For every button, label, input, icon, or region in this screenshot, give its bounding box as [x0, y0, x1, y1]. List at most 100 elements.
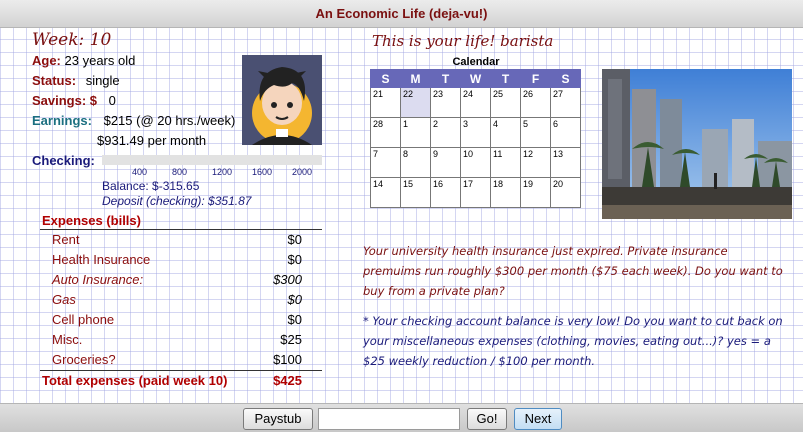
expense-row-gas: Gas $0	[40, 290, 322, 310]
status-label: Status:	[32, 73, 77, 88]
expense-name: Gas	[52, 292, 76, 307]
expense-name: Groceries?	[52, 352, 116, 367]
checking-tick: 1200	[212, 167, 233, 177]
calendar-day-cell: 2	[430, 117, 461, 148]
expense-value: $100	[273, 352, 302, 367]
expense-name: Health Insurance	[52, 252, 151, 267]
expense-name: Auto Insurance:	[52, 272, 144, 287]
checking-tick: 800	[172, 167, 188, 177]
age-value: 23 years old	[64, 53, 136, 68]
calendar-day-cell: 18	[490, 177, 521, 208]
life-heading: This is your life! barista	[372, 32, 554, 50]
earnings-month: $931.49 per month	[97, 133, 207, 148]
calendar-day-cell: 11	[490, 147, 521, 178]
calendar-day-cell: 19	[520, 177, 551, 208]
calendar-day-header: T	[490, 69, 521, 88]
status-row: Status: single	[32, 73, 120, 88]
expense-row-auto-insurance: Auto Insurance: $300	[40, 270, 322, 290]
expenses-table: Rent $0 Health Insurance $0 Auto Insuran…	[40, 229, 322, 390]
earnings-row: Earnings: $215 (@ 20 hrs./week)	[32, 113, 235, 128]
checking-scale: 400 800 1200 1600 2000	[102, 167, 322, 179]
control-bar: Paystub Go! Next	[0, 403, 803, 432]
expense-row-groceries: Groceries? $100	[40, 350, 322, 370]
calendar-week-row: 14 15 16 17 18 19 20	[370, 177, 581, 208]
calendar-day-cell: 9	[430, 147, 461, 178]
calendar-day-cell: 17	[460, 177, 491, 208]
calendar-week-row: 28 1 2 3 4 5 6	[370, 117, 581, 148]
expense-row-health-insurance: Health Insurance $0	[40, 250, 322, 270]
expense-total-row: Total expenses (paid week 10) $425	[40, 370, 322, 390]
calendar-day-cell: 4	[490, 117, 521, 148]
calendar-title: Calendar	[452, 56, 500, 68]
earnings-label: Earnings:	[32, 113, 92, 128]
calendar-day-cell: 12	[520, 147, 551, 178]
calendar-day-cell: 8	[400, 147, 431, 178]
app-title-bar: An Economic Life (deja-vu!)	[0, 0, 803, 28]
calendar-day-cell: 23	[430, 87, 461, 118]
expense-value: $300	[273, 272, 302, 287]
earnings-value: $215 (@ 20 hrs./week)	[103, 113, 236, 128]
calendar-day-cell-today: 22	[400, 87, 431, 118]
expenses-title: Expenses (bills)	[42, 213, 141, 228]
calendar-day-cell: 25	[490, 87, 521, 118]
checking-label: Checking:	[32, 153, 95, 168]
checking-balance-bar	[102, 155, 322, 165]
calendar-day-cell: 16	[430, 177, 461, 208]
calendar-day-header: S	[550, 69, 581, 88]
calendar-day-cell: 13	[550, 147, 581, 178]
savings-row: Savings: $ 0	[32, 93, 116, 108]
expense-name: Cell phone	[52, 312, 115, 327]
calendar-day-header: M	[400, 69, 431, 88]
expense-value: $0	[287, 292, 302, 307]
expense-total-label: Total expenses (paid week 10)	[42, 373, 228, 388]
savings-value: 0	[108, 93, 116, 108]
calendar: S M T W T F S 21 22 23 24 25 26 27 28 1 …	[370, 69, 581, 208]
go-button[interactable]: Go!	[467, 408, 507, 430]
expense-value: $25	[280, 332, 302, 347]
calendar-week-row: 21 22 23 24 25 26 27	[370, 87, 581, 118]
calendar-header-row: S M T W T F S	[370, 69, 581, 88]
checking-balance: Balance: $-315.65	[102, 179, 200, 193]
checking-tick: 1600	[252, 167, 273, 177]
answer-input[interactable]	[318, 408, 460, 430]
calendar-day-cell: 10	[460, 147, 491, 178]
calendar-day-cell: 3	[460, 117, 491, 148]
checking-deposit: Deposit (checking): $351.87	[102, 194, 252, 208]
age-label: Age:	[32, 53, 61, 68]
calendar-day-header: T	[430, 69, 461, 88]
status-value: single	[85, 73, 120, 88]
expense-row-cell-phone: Cell phone $0	[40, 310, 322, 330]
savings-label: Savings: $	[32, 93, 98, 108]
week-indicator: Week: 10	[32, 30, 112, 50]
calendar-day-cell: 27	[550, 87, 581, 118]
calendar-day-header: W	[460, 69, 491, 88]
expense-row-rent: Rent $0	[40, 230, 322, 250]
app-title: An Economic Life (deja-vu!)	[315, 6, 488, 21]
calendar-day-cell: 26	[520, 87, 551, 118]
insurance-message: Your university health insurance just ex…	[363, 244, 783, 298]
calendar-day-header: S	[370, 69, 401, 88]
calendar-day-cell: 1	[400, 117, 431, 148]
calendar-day-cell: 15	[400, 177, 431, 208]
next-button[interactable]: Next	[514, 408, 562, 430]
expense-row-misc: Misc. $25	[40, 330, 322, 350]
calendar-day-cell: 5	[520, 117, 551, 148]
city-photo	[602, 69, 792, 219]
calendar-day-cell: 20	[550, 177, 581, 208]
calendar-day-cell: 7	[370, 147, 401, 178]
expense-total-value: $425	[273, 373, 302, 388]
calendar-day-cell: 24	[460, 87, 491, 118]
calendar-day-cell: 6	[550, 117, 581, 148]
avatar	[242, 55, 322, 145]
expense-name: Misc.	[52, 332, 83, 347]
checking-low-message: * Your checking account balance is very …	[363, 314, 783, 368]
checking-tick: 2000	[292, 167, 313, 177]
calendar-day-cell: 21	[370, 87, 401, 118]
calendar-day-cell: 28	[370, 117, 401, 148]
calendar-week-row: 7 8 9 10 11 12 13	[370, 147, 581, 178]
expense-value: $0	[287, 252, 302, 267]
calendar-day-cell: 14	[370, 177, 401, 208]
expense-value: $0	[287, 312, 302, 327]
expense-value: $0	[287, 232, 302, 247]
paystub-button[interactable]: Paystub	[243, 408, 313, 430]
